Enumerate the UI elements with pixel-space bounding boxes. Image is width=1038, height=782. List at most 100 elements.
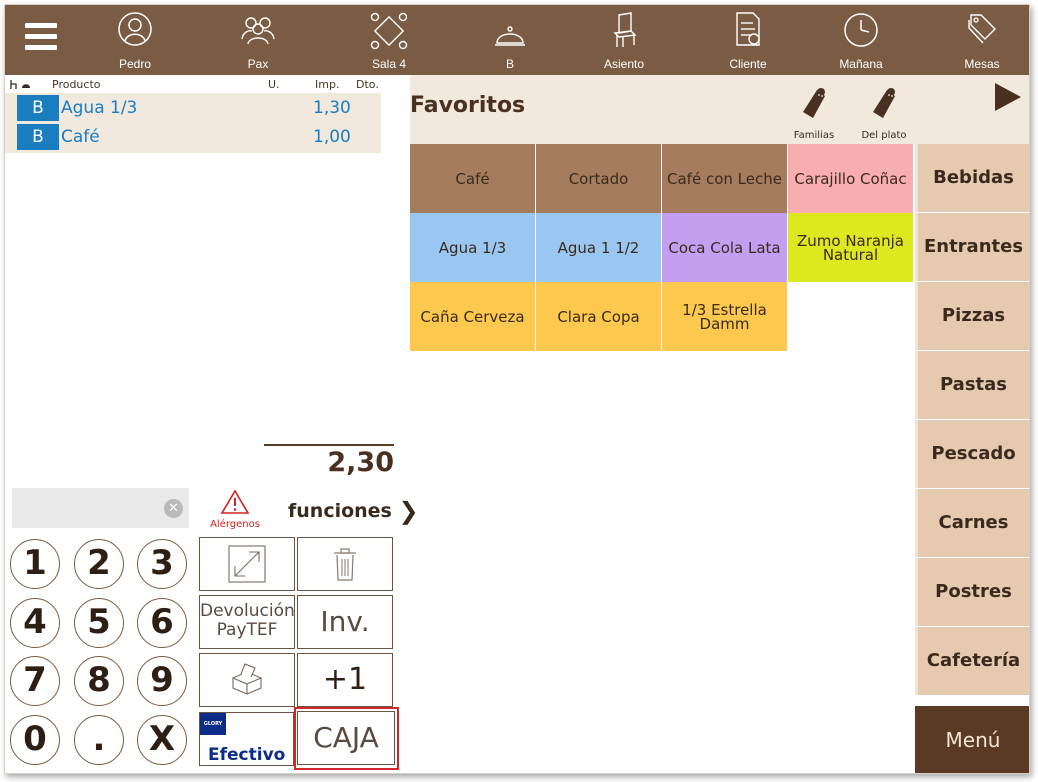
key-clear-x[interactable]: X	[137, 715, 187, 765]
column-discount: Dto.	[356, 78, 379, 91]
key-1[interactable]: 1	[10, 539, 60, 589]
seat-column-icon	[9, 78, 35, 93]
column-product: Producto	[52, 78, 101, 91]
favorite-tile[interactable]: Carajillo Coñac	[788, 144, 913, 213]
category-carnes[interactable]: Carnes	[915, 489, 1029, 557]
nav-tables[interactable]: Mesas	[937, 5, 1027, 75]
column-units: U.	[268, 78, 280, 91]
favorite-tile[interactable]: 1/3 Estrella Damm	[662, 282, 787, 351]
favorites-header: Favoritos Familias Del plato	[410, 75, 1029, 144]
favorite-tile[interactable]: Café	[410, 144, 535, 213]
refund-label-line1: Devolución	[200, 601, 295, 621]
nav-seat[interactable]: Asiento	[579, 5, 669, 75]
table-layout-icon	[370, 12, 408, 50]
glory-logo: GLORY	[200, 713, 226, 735]
nav-shift-label: Mañana	[839, 57, 883, 71]
key-5[interactable]: 5	[74, 598, 124, 648]
nav-pax-label: Pax	[247, 57, 269, 71]
nav-room[interactable]: Sala 4	[344, 5, 434, 75]
column-amount: Imp.	[315, 78, 340, 91]
category-pescado[interactable]: Pescado	[915, 420, 1029, 488]
search-input[interactable]: ✕	[12, 488, 189, 528]
clock-icon	[844, 13, 878, 47]
refund-paytef-button[interactable]: Devolución PayTEF	[199, 595, 295, 649]
clear-icon[interactable]: ✕	[164, 499, 183, 518]
ticket-header: Producto U. Imp. Dto.	[5, 75, 383, 93]
favorite-tile[interactable]: Caña Cerveza	[410, 282, 535, 351]
favorite-tile[interactable]: Cortado	[536, 144, 661, 213]
nav-client[interactable]: Cliente	[703, 5, 793, 75]
tags-icon	[968, 14, 996, 44]
key-8[interactable]: 8	[74, 656, 124, 706]
favorite-tile[interactable]: Coca Cola Lata	[662, 213, 787, 282]
print-ticket-button[interactable]	[199, 653, 295, 707]
category-bebidas[interactable]: Bebidas	[915, 144, 1029, 212]
cash-payment-button[interactable]: GLORY Efectivo	[199, 712, 294, 766]
refund-label-line2: PayTEF	[216, 620, 278, 640]
delete-button[interactable]	[297, 537, 393, 591]
families-button[interactable]: Familias	[784, 87, 844, 141]
nav-tables-label: Mesas	[964, 57, 1000, 71]
nav-service[interactable]: B	[465, 5, 555, 75]
caja-button[interactable]: CAJA	[297, 711, 395, 765]
play-icon[interactable]	[995, 83, 1021, 111]
pos-window: Pedro Pax Sala 4 B Asiento Cliente Mañan…	[4, 4, 1030, 774]
trash-icon	[334, 548, 356, 581]
ticket-line[interactable]: B Café 1,00	[17, 122, 381, 150]
line-price: 1,00	[313, 127, 351, 147]
ticket-total: 2,30	[327, 447, 394, 478]
nav-client-label: Cliente	[729, 57, 767, 71]
del-plato-label: Del plato	[861, 130, 907, 141]
nav-user[interactable]: Pedro	[90, 5, 180, 75]
key-6[interactable]: 6	[137, 598, 187, 648]
expand-arrows-icon	[228, 545, 266, 583]
invite-button[interactable]: Inv.	[297, 595, 393, 649]
allergens-button[interactable]: Alérgenos	[205, 489, 265, 533]
favorite-tile[interactable]: Agua 1/3	[410, 213, 535, 282]
functions-label: funciones	[288, 500, 392, 522]
client-document-icon	[736, 12, 760, 46]
ticket-line[interactable]: B Agua 1/3 1,30	[17, 93, 381, 121]
favorites-title: Favoritos	[410, 93, 526, 118]
line-badge: B	[17, 95, 59, 121]
transfer-button[interactable]	[199, 537, 295, 591]
cloche-icon	[495, 26, 525, 46]
category-cafeteria[interactable]: Cafetería	[915, 627, 1029, 695]
line-price: 1,30	[313, 98, 351, 118]
line-name: Agua 1/3	[61, 98, 138, 118]
line-name: Café	[61, 127, 100, 147]
key-decimal[interactable]: .	[74, 715, 124, 765]
salt-shaker-icon	[803, 88, 825, 118]
cash-label: Efectivo	[208, 745, 286, 765]
nav-shift[interactable]: Mañana	[816, 5, 906, 75]
favorite-tile[interactable]: Zumo Naranja Natural	[788, 213, 913, 282]
key-4[interactable]: 4	[10, 598, 60, 648]
key-9[interactable]: 9	[137, 656, 187, 706]
line-badge: B	[17, 124, 59, 150]
category-entrantes[interactable]: Entrantes	[915, 213, 1029, 281]
printer-icon	[231, 663, 263, 695]
del-plato-button[interactable]: Del plato	[854, 87, 914, 141]
favorite-tile[interactable]: Café con Leche	[662, 144, 787, 213]
plus-one-button[interactable]: +1	[297, 653, 393, 707]
favorite-tile[interactable]: Clara Copa	[536, 282, 661, 351]
key-3[interactable]: 3	[137, 539, 187, 589]
nav-user-label: Pedro	[118, 57, 152, 71]
key-2[interactable]: 2	[74, 539, 124, 589]
chevron-right-icon: ❯	[398, 497, 419, 525]
allergens-label: Alérgenos	[210, 519, 260, 530]
group-icon	[241, 17, 275, 45]
functions-button[interactable]: funciones ❯	[288, 497, 419, 525]
category-postres[interactable]: Postres	[915, 558, 1029, 626]
hamburger-menu-icon[interactable]	[25, 23, 57, 53]
top-bar: Pedro Pax Sala 4 B Asiento Cliente Mañan…	[5, 5, 1029, 75]
key-0[interactable]: 0	[10, 715, 60, 765]
category-pizzas[interactable]: Pizzas	[915, 282, 1029, 350]
salt-shaker-icon	[873, 88, 895, 118]
nav-room-label: Sala 4	[371, 57, 407, 71]
menu-button[interactable]: Menú	[915, 706, 1029, 773]
category-pastas[interactable]: Pastas	[915, 351, 1029, 419]
nav-pax[interactable]: Pax	[213, 5, 303, 75]
favorite-tile[interactable]: Agua 1 1/2	[536, 213, 661, 282]
key-7[interactable]: 7	[10, 656, 60, 706]
